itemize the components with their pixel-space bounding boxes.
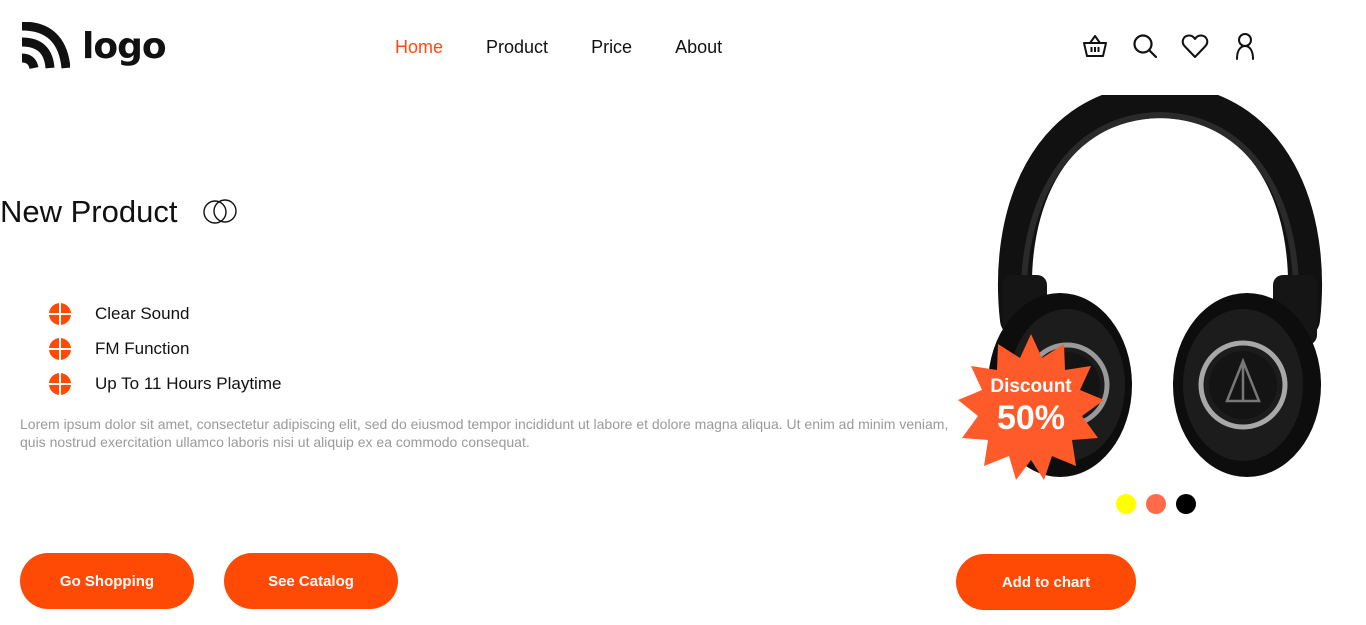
search-icon[interactable] xyxy=(1130,31,1160,61)
bullet-icon xyxy=(49,337,71,360)
main-nav: Home Product Price About xyxy=(395,36,722,58)
discount-label: Discount xyxy=(990,376,1072,397)
discount-badge: Discount 50% xyxy=(956,332,1106,482)
feature-item: Up To 11 Hours Playtime xyxy=(49,366,281,401)
nav-home[interactable]: Home xyxy=(395,36,443,58)
discount-value: 50% xyxy=(996,399,1066,437)
feature-text: FM Function xyxy=(95,338,190,358)
logo-icon xyxy=(21,22,70,70)
nav-price[interactable]: Price xyxy=(591,36,632,58)
color-swatch-orange[interactable] xyxy=(1146,494,1166,514)
product-description: Lorem ipsum dolor sit amet, consectetur … xyxy=(20,416,949,450)
page-title: New Product xyxy=(0,194,178,229)
feature-text: Up To 11 Hours Playtime xyxy=(95,373,282,393)
bullet-icon xyxy=(49,302,71,325)
go-shopping-button[interactable]: Go Shopping xyxy=(20,553,194,609)
heart-icon[interactable] xyxy=(1180,31,1210,61)
nav-about[interactable]: About xyxy=(675,36,722,58)
color-swatch-yellow[interactable] xyxy=(1116,494,1136,514)
add-to-cart-button[interactable]: Add to chart xyxy=(956,554,1136,610)
brand-logo[interactable]: logo xyxy=(18,22,167,72)
feature-item: Clear Sound xyxy=(49,296,281,331)
bullet-icon xyxy=(49,372,71,395)
user-icon[interactable] xyxy=(1230,31,1260,61)
rings-icon xyxy=(203,199,238,224)
color-options xyxy=(1116,494,1196,514)
hero-heading: New Product xyxy=(0,193,239,231)
nav-product[interactable]: Product xyxy=(486,36,548,58)
header-actions xyxy=(1080,31,1260,61)
feature-text: Clear Sound xyxy=(95,303,190,323)
basket-icon[interactable] xyxy=(1080,31,1110,61)
color-swatch-black[interactable] xyxy=(1176,494,1196,514)
logo-text: logo xyxy=(82,26,167,67)
feature-item: FM Function xyxy=(49,331,281,366)
see-catalog-button[interactable]: See Catalog xyxy=(224,553,398,609)
feature-list: Clear Sound FM Function Up To 11 Hours P… xyxy=(49,296,281,401)
